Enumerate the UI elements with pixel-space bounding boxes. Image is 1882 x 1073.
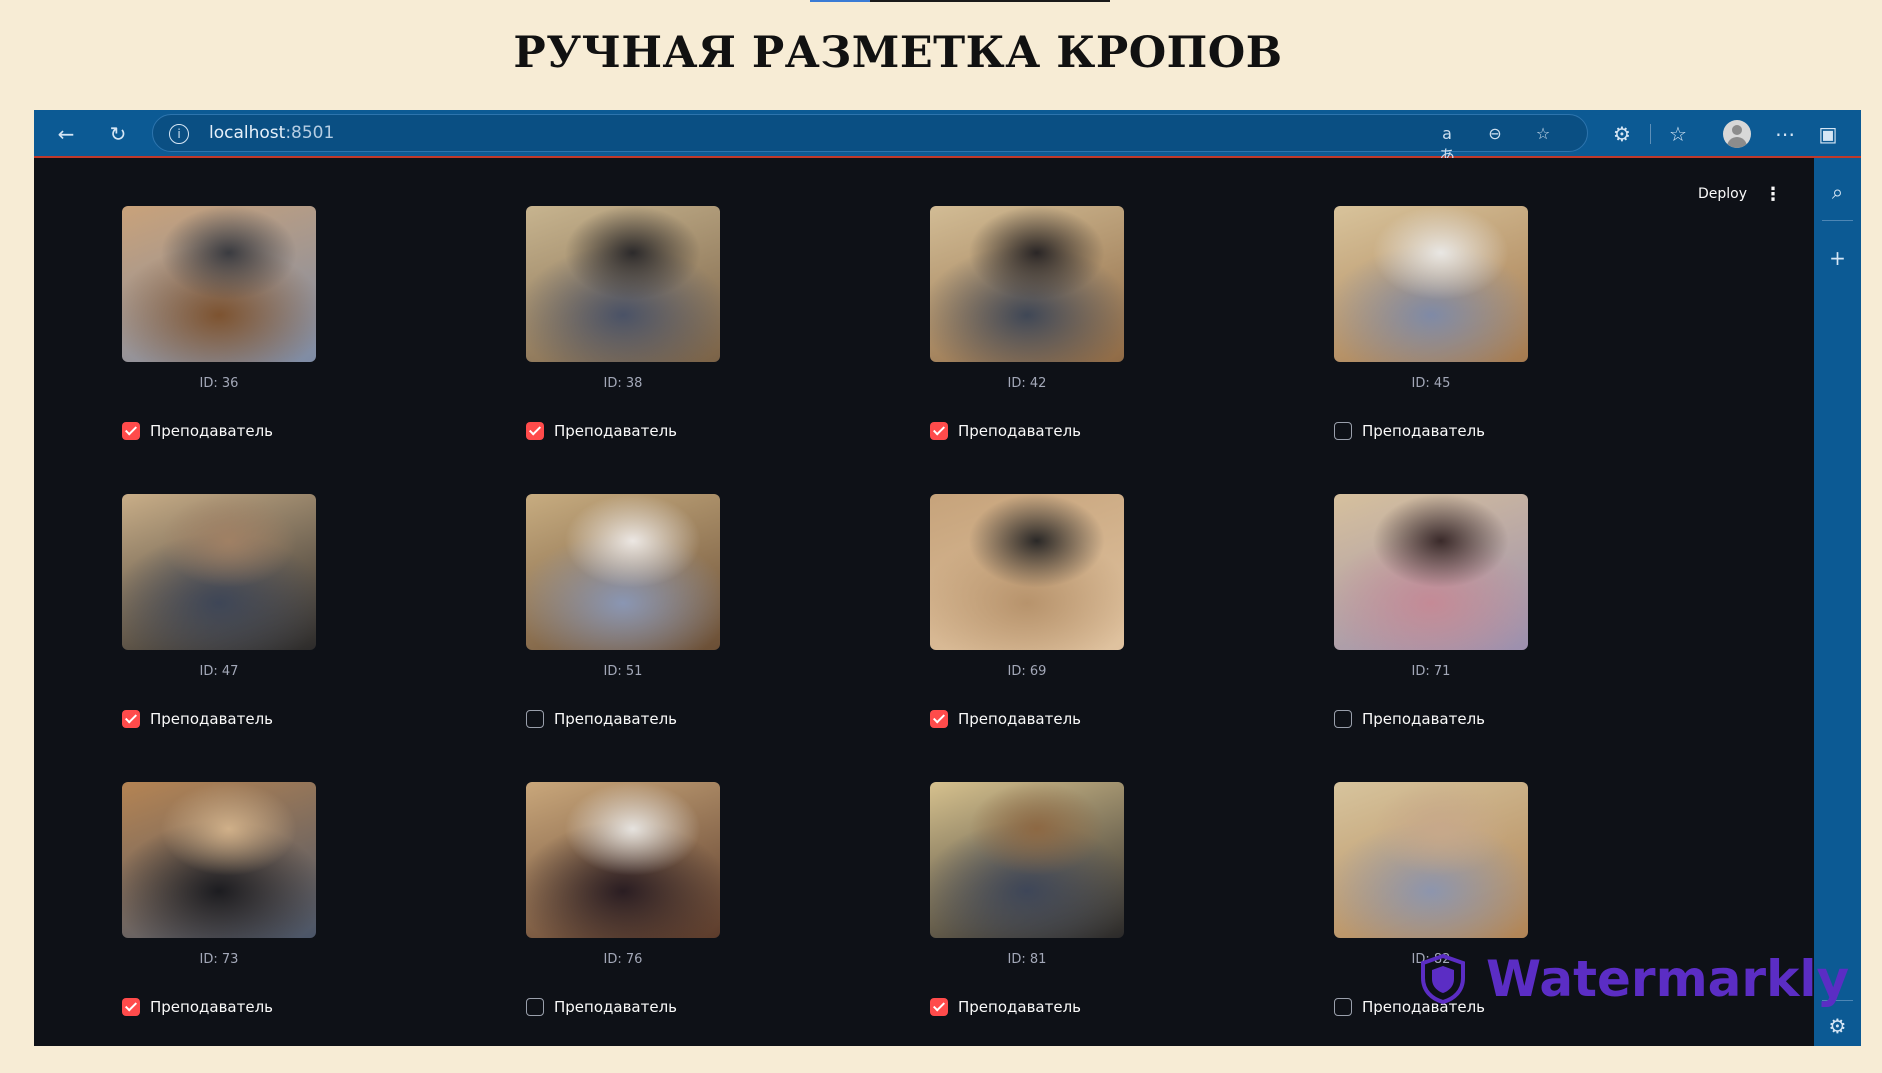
teacher-checkbox-label[interactable]: Преподаватель: [1362, 422, 1485, 440]
crop-id-label: ID: 69: [1007, 664, 1047, 679]
teacher-checkbox[interactable]: [930, 422, 948, 440]
crop-card: ID: 38 Преподаватель: [526, 206, 726, 446]
main-menu-icon[interactable]: ⋮: [1764, 184, 1782, 205]
refresh-icon[interactable]: ↻: [104, 120, 132, 148]
crop-id-label: ID: 71: [1411, 664, 1451, 679]
crop-card: ID: 51 Преподаватель: [526, 494, 726, 734]
browser-window: ← ↻ i localhost:8501 aあ ⊖ ☆ ⚙ ☆ ⋯ ▣ Depl…: [34, 110, 1861, 1046]
toolbar-divider: [1650, 124, 1651, 144]
crop-card: ID: 81 Преподаватель: [930, 782, 1130, 1022]
teacher-checkbox-label[interactable]: Преподаватель: [150, 710, 273, 728]
plus-icon[interactable]: +: [1814, 246, 1861, 270]
teacher-checkbox-label[interactable]: Преподаватель: [958, 710, 1081, 728]
deploy-button[interactable]: Deploy: [1698, 186, 1747, 202]
crop-card: ID: 42 Преподаватель: [930, 206, 1130, 446]
crop-id-label: ID: 36: [199, 376, 239, 391]
streamlit-app: Deploy ⋮ ID: 36 Преподаватель ID: 38 Препод…: [34, 158, 1814, 1046]
search-icon[interactable]: ⌕: [1814, 180, 1861, 204]
zoom-out-icon[interactable]: ⊖: [1483, 123, 1507, 145]
crop-card: ID: 71 Преподаватель: [1334, 494, 1534, 734]
crop-image: [122, 494, 316, 650]
crop-card: ID: 45 Преподаватель: [1334, 206, 1534, 446]
star-icon[interactable]: ☆: [1531, 123, 1555, 145]
teacher-checkbox-label[interactable]: Преподаватель: [958, 998, 1081, 1016]
teacher-checkbox-label[interactable]: Преподаватель: [554, 710, 677, 728]
crop-id-label: ID: 38: [603, 376, 643, 391]
crop-image: [930, 494, 1124, 650]
crop-id-label: ID: 76: [603, 952, 643, 967]
extensions-icon[interactable]: ⚙: [1608, 120, 1636, 148]
crop-image: [122, 782, 316, 938]
teacher-checkbox[interactable]: [930, 998, 948, 1016]
teacher-checkbox-label[interactable]: Преподаватель: [150, 998, 273, 1016]
crop-id-label: ID: 51: [603, 664, 643, 679]
crop-id-label: ID: 73: [199, 952, 239, 967]
watermark-text: Watermarkly: [1486, 950, 1850, 1008]
url-port: :8501: [285, 123, 335, 143]
teacher-checkbox[interactable]: [526, 710, 544, 728]
crop-image: [1334, 494, 1528, 650]
teacher-checkbox[interactable]: [1334, 998, 1352, 1016]
teacher-checkbox-label[interactable]: Преподаватель: [1362, 710, 1485, 728]
crop-card: ID: 36 Преподаватель: [122, 206, 322, 446]
crop-image: [930, 206, 1124, 362]
teacher-checkbox[interactable]: [122, 998, 140, 1016]
crop-image: [1334, 206, 1528, 362]
sidebar-divider: [1822, 220, 1853, 221]
crop-card: ID: 76 Преподаватель: [526, 782, 726, 1022]
crop-card: ID: 47 Преподаватель: [122, 494, 322, 734]
translate-icon[interactable]: aあ: [1435, 123, 1459, 165]
teacher-checkbox[interactable]: [930, 710, 948, 728]
info-icon[interactable]: i: [169, 124, 189, 144]
slide-title: РУЧНАЯ РАЗМЕТКА КРОПОВ: [513, 28, 1283, 78]
favorites-icon[interactable]: ☆: [1664, 120, 1692, 148]
address-bar[interactable]: i localhost:8501 aあ ⊖ ☆: [152, 114, 1588, 165]
teacher-checkbox[interactable]: [526, 998, 544, 1016]
slide-top-line: [810, 0, 1110, 2]
browser-sidebar: ⌕ + ⚙: [1814, 158, 1861, 1046]
teacher-checkbox[interactable]: [1334, 710, 1352, 728]
crop-image: [526, 206, 720, 362]
url-host: localhost: [209, 123, 286, 143]
browser-toolbar: ← ↻ i localhost:8501 aあ ⊖ ☆ ⚙ ☆ ⋯ ▣: [34, 110, 1861, 165]
back-icon[interactable]: ←: [52, 120, 80, 148]
sidebar-toggle-icon[interactable]: ▣: [1814, 120, 1842, 148]
crop-id-label: ID: 45: [1411, 376, 1451, 391]
crop-image: [526, 782, 720, 938]
crop-card: ID: 69 Преподаватель: [930, 494, 1130, 734]
crop-image: [526, 494, 720, 650]
settings-icon[interactable]: ⚙: [1814, 1014, 1861, 1038]
teacher-checkbox[interactable]: [122, 710, 140, 728]
crop-image: [122, 206, 316, 362]
crop-card: ID: 73 Преподаватель: [122, 782, 322, 1022]
more-icon[interactable]: ⋯: [1771, 120, 1799, 148]
teacher-checkbox-label[interactable]: Преподаватель: [150, 422, 273, 440]
crop-image: [1334, 782, 1528, 938]
teacher-checkbox-label[interactable]: Преподаватель: [554, 422, 677, 440]
crop-image: [930, 782, 1124, 938]
crop-id-label: ID: 42: [1007, 376, 1047, 391]
teacher-checkbox-label[interactable]: Преподаватель: [554, 998, 677, 1016]
crop-id-label: ID: 47: [199, 664, 239, 679]
shield-icon: [1421, 954, 1465, 1004]
address-url[interactable]: localhost:8501: [209, 123, 334, 143]
teacher-checkbox[interactable]: [1334, 422, 1352, 440]
teacher-checkbox-label[interactable]: Преподаватель: [958, 422, 1081, 440]
teacher-checkbox[interactable]: [122, 422, 140, 440]
teacher-checkbox[interactable]: [526, 422, 544, 440]
profile-icon[interactable]: [1723, 120, 1751, 148]
crop-id-label: ID: 81: [1007, 952, 1047, 967]
